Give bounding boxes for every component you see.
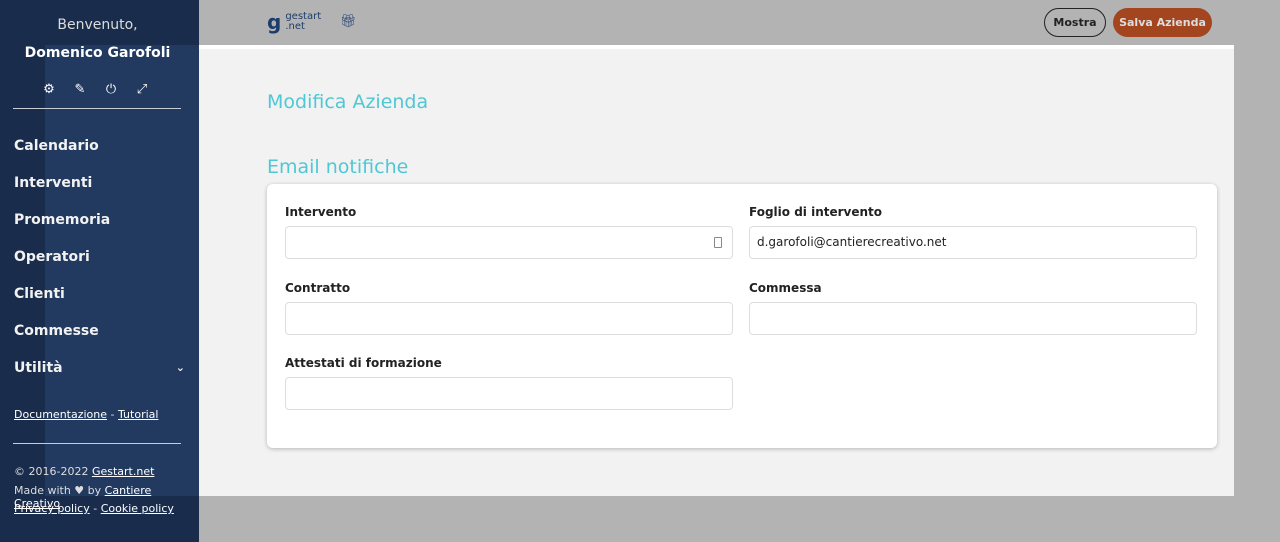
email-form-card: Intervento Foglio di intervento d.garofo…: [267, 184, 1217, 448]
cookie-link[interactable]: Cookie policy: [101, 502, 174, 515]
label-foglio: Foglio di intervento: [749, 205, 883, 219]
gift-icon[interactable]: 🎁︎: [340, 14, 357, 29]
power-icon[interactable]: ⏻: [104, 82, 118, 97]
label-attestati: Attestati di formazione: [285, 356, 442, 370]
main-content: Modifica Azienda Email notifiche Interve…: [199, 45, 1234, 496]
section-title: Email notifiche: [267, 156, 409, 178]
made-with: Made with ♥ by: [14, 484, 105, 497]
chevron-down-icon: ⌄: [175, 361, 185, 374]
divider: [13, 443, 181, 444]
logo[interactable]: g gestart .net: [267, 10, 321, 34]
docs-link[interactable]: Documentazione: [14, 408, 107, 421]
nav-label: Utilità: [14, 360, 63, 376]
gestart-link[interactable]: Gestart.net: [92, 465, 154, 478]
commessa-input[interactable]: [749, 302, 1197, 335]
label-intervento: Intervento: [285, 205, 357, 219]
nav-interventi[interactable]: Interventi: [0, 169, 199, 206]
privacy-link[interactable]: Privacy policy: [14, 502, 90, 515]
attestati-input[interactable]: [285, 377, 733, 410]
nav-commesse[interactable]: Commesse: [0, 317, 199, 354]
label-contratto: Contratto: [285, 281, 351, 295]
nav-promemoria[interactable]: Promemoria: [0, 206, 199, 243]
nav-utilita[interactable]: Utilità ⌄: [0, 354, 199, 391]
divider: [13, 108, 181, 109]
gear-icon[interactable]: ⚙: [42, 82, 56, 97]
foglio-intervento-input[interactable]: d.garofoli@cantierecreativo.net: [749, 226, 1197, 259]
separator: -: [107, 408, 118, 421]
page-title: Modifica Azienda: [267, 91, 429, 113]
mostra-button[interactable]: Mostra: [1044, 8, 1106, 37]
fullscreen-icon[interactable]: ⤢: [135, 82, 149, 97]
logo-text: .net: [285, 21, 305, 32]
autofill-icon[interactable]: [714, 237, 722, 248]
nav-calendario[interactable]: Calendario: [0, 132, 199, 169]
user-name: Domenico Garofoli: [24, 45, 171, 61]
intervento-input[interactable]: [285, 226, 733, 259]
separator: -: [89, 502, 101, 515]
welcome-text: Benvenuto,: [57, 17, 138, 33]
label-commessa: Commessa: [749, 281, 822, 295]
topbar: g gestart .net 🎁︎ Mostra Salva Azienda: [199, 0, 1280, 45]
salva-azienda-button[interactable]: Salva Azienda: [1113, 8, 1212, 37]
copyright: © 2016-2022: [14, 465, 92, 478]
nav-operatori[interactable]: Operatori: [0, 243, 199, 280]
edit-icon[interactable]: ✎: [73, 82, 87, 97]
nav-clienti[interactable]: Clienti: [0, 280, 199, 317]
logo-mark-icon: g: [267, 10, 282, 34]
contratto-input[interactable]: [285, 302, 733, 335]
sidebar: Benvenuto, Domenico Garofoli ⚙ ✎ ⏻ ⤢ Cal…: [0, 0, 199, 542]
tutorial-link[interactable]: Tutorial: [118, 408, 158, 421]
